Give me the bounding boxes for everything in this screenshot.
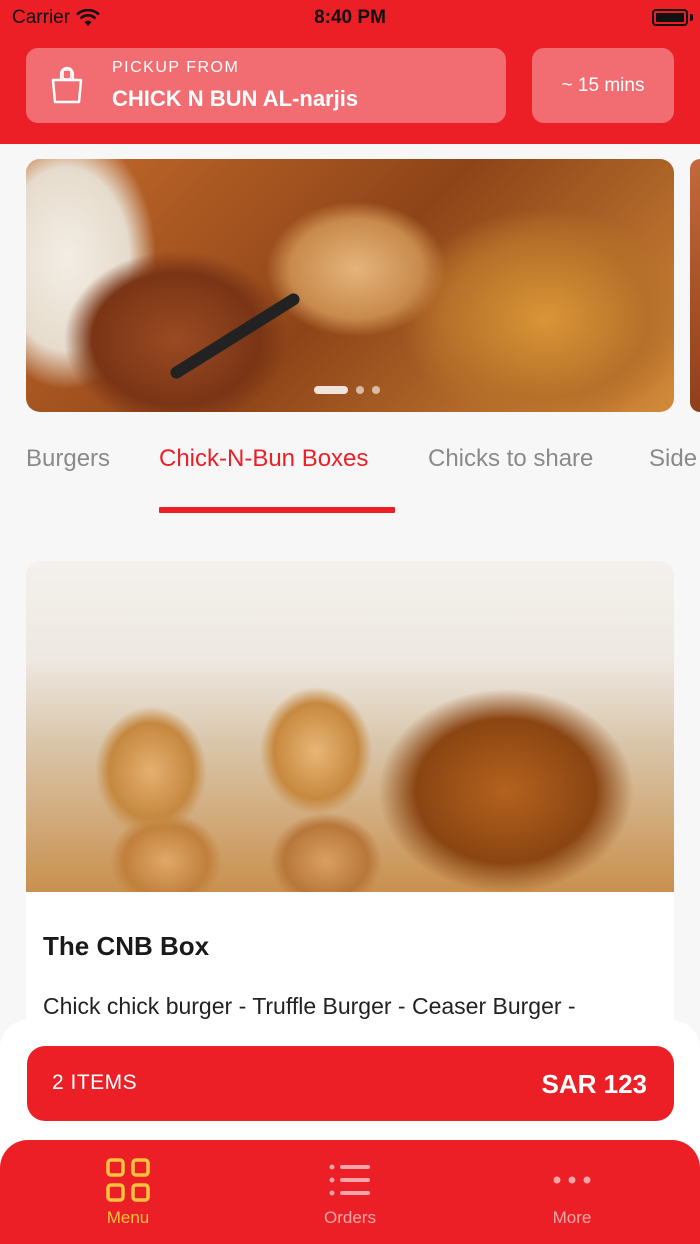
status-time: 8:40 PM	[314, 7, 386, 28]
nav-item-menu[interactable]: Menu	[48, 1158, 208, 1228]
next-promo-image[interactable]	[690, 159, 700, 412]
active-tab-indicator	[159, 507, 395, 513]
tab-sides[interactable]: Side	[649, 445, 697, 473]
shopping-bag-icon	[51, 66, 83, 104]
battery-icon	[652, 9, 688, 26]
nav-label-more: More	[552, 1208, 592, 1227]
tab-burgers[interactable]: Burgers	[26, 445, 110, 473]
nav-label-menu: Menu	[106, 1208, 150, 1227]
tab-chicks-to-share[interactable]: Chicks to share	[428, 445, 593, 473]
grid-icon	[106, 1158, 150, 1202]
bottom-nav: Menu Orders More	[0, 1140, 700, 1244]
product-description: Chick chick burger - Truffle Burger - Ce…	[43, 993, 576, 1019]
nav-item-more[interactable]: More	[492, 1158, 652, 1228]
pickup-label: PICKUP FROM	[112, 59, 240, 76]
pickup-location-button[interactable]: PICKUP FROM CHICK N BUN AL-narjis	[26, 48, 506, 123]
product-image	[26, 561, 674, 892]
promo-image	[26, 159, 674, 412]
more-dots-icon	[553, 1176, 591, 1184]
header: Carrier 8:40 PM PICKUP FROM CHICK N BUN …	[0, 0, 700, 144]
eta-button[interactable]: ~ 15 mins	[532, 48, 674, 123]
carousel-indicator[interactable]	[314, 386, 380, 394]
carousel-dot	[372, 386, 380, 394]
product-card[interactable]: The CNB Box Chick chick burger - Truffle…	[26, 561, 674, 1061]
status-bar: Carrier 8:40 PM	[0, 0, 700, 36]
list-icon	[329, 1164, 370, 1196]
promo-carousel[interactable]	[26, 159, 674, 412]
cart-total: SAR 123	[541, 1069, 648, 1099]
product-name: The CNB Box	[43, 931, 210, 961]
nav-label-orders: Orders	[324, 1208, 376, 1227]
carousel-dot	[356, 386, 364, 394]
nav-item-orders[interactable]: Orders	[270, 1158, 430, 1228]
view-cart-button[interactable]: 2 ITEMS SAR 123	[27, 1046, 674, 1121]
tab-chick-n-bun-boxes[interactable]: Chick-N-Bun Boxes	[159, 445, 368, 473]
pickup-store-name: CHICK N BUN AL-narjis	[112, 86, 359, 111]
carousel-dot-active	[314, 386, 348, 394]
cart-item-count: 2 ITEMS	[52, 1071, 138, 1094]
